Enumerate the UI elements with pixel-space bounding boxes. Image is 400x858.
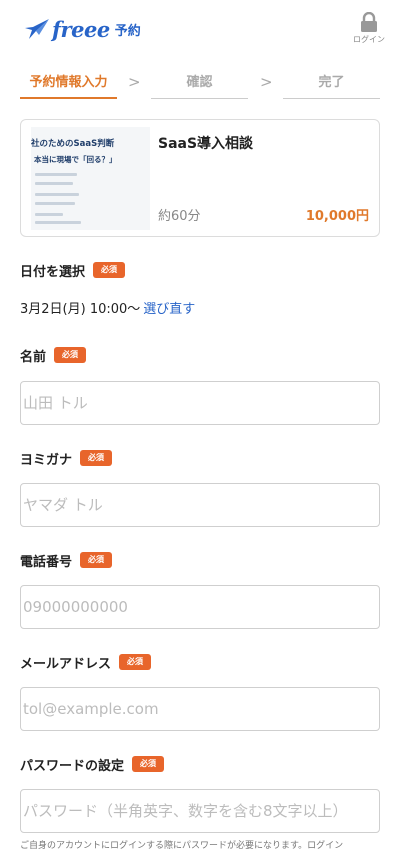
thumbnail-text-line [35, 193, 79, 196]
progress-steps: 予約情報入力 > 確認 > 完了 [20, 70, 380, 100]
step-input: 予約情報入力 [20, 70, 117, 99]
kana-input[interactable] [20, 483, 380, 527]
step-separator: > [260, 73, 273, 91]
kana-label-row: ヨミガナ 必須 [20, 448, 113, 468]
phone-label-row: 電話番号 必須 [20, 550, 113, 570]
bird-icon [25, 19, 49, 39]
phone-input[interactable] [20, 585, 380, 629]
service-thumbnail: 社のためのSaaS判断 本当に現場で「回る？」 [31, 127, 150, 230]
email-label-row: メールアドレス 必須 [20, 652, 152, 672]
name-label: 名前 [20, 349, 47, 365]
name-input[interactable] [20, 381, 380, 425]
name-label-row: 名前 必須 [20, 345, 87, 365]
password-hint: ご自身のアカウントにログインする際にパスワードが必要になります。ログイン [20, 841, 344, 851]
required-badge: 必須 [54, 347, 87, 363]
logo-wordmark: freee [52, 16, 110, 42]
service-card: 社のためのSaaS判断 本当に現場で「回る？」 SaaS導入相談 約60分 10… [20, 119, 380, 237]
step-complete: 完了 [283, 70, 380, 99]
login-label: ログイン [353, 35, 385, 44]
service-name: SaaS導入相談 [158, 136, 254, 152]
required-badge: 必須 [80, 552, 113, 568]
required-badge: 必須 [132, 756, 165, 772]
selected-date: 3月2日(月) 10:00〜 選び直す [20, 298, 195, 317]
email-input[interactable] [20, 687, 380, 731]
step-confirm: 確認 [151, 70, 248, 99]
step-separator: > [128, 73, 141, 91]
thumbnail-text-line [35, 173, 77, 176]
app-header: freee 予約 ログイン [0, 0, 400, 58]
thumbnail-title: 社のためのSaaS判断 [31, 139, 115, 149]
thumbnail-text-line [35, 221, 81, 224]
service-duration: 約60分 [158, 209, 201, 224]
password-input[interactable] [20, 789, 380, 833]
service-price: 10,000円 [305, 209, 369, 224]
required-badge: 必須 [80, 450, 113, 466]
lock-icon [361, 12, 377, 32]
password-label: パスワードの設定 [20, 758, 125, 774]
login-button[interactable]: ログイン [352, 12, 386, 45]
freee-logo[interactable]: freee 予約 [24, 13, 144, 45]
required-badge: 必須 [93, 262, 126, 278]
logo-subtitle: 予約 [114, 23, 141, 39]
email-label: メールアドレス [20, 656, 112, 672]
date-label-row: 日付を選択 必須 [20, 260, 126, 280]
date-label: 日付を選択 [20, 264, 86, 280]
reselect-date-link[interactable]: 選び直す [143, 302, 195, 317]
thumbnail-text-line [35, 213, 63, 216]
thumbnail-subtitle: 本当に現場で「回る？」 [34, 155, 117, 164]
thumbnail-text-line [35, 182, 73, 185]
required-badge: 必須 [119, 654, 152, 670]
phone-label: 電話番号 [20, 554, 73, 570]
password-label-row: パスワードの設定 必須 [20, 754, 165, 774]
selected-date-value: 3月2日(月) 10:00〜 [20, 302, 141, 317]
thumbnail-text-line [35, 202, 75, 205]
kana-label: ヨミガナ [20, 452, 73, 468]
